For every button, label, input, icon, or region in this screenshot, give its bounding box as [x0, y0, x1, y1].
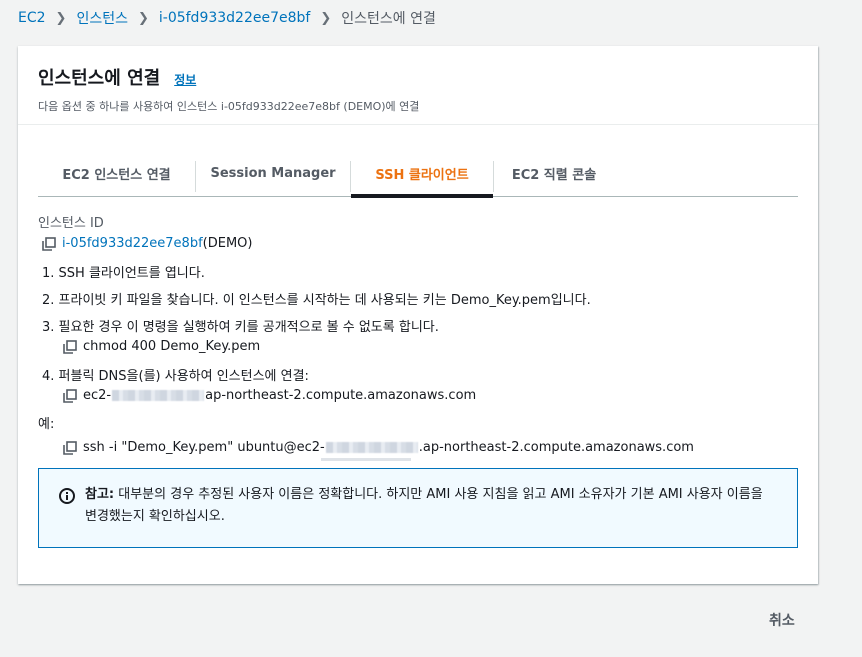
info-alert: 참고: 대부분의 경우 추정된 사용자 이름은 정확합니다. 하지만 AMI 사… [38, 468, 798, 548]
breadcrumb-current: 인스턴스에 연결 [341, 11, 436, 27]
chmod-command-row: chmod 400 Demo_Key.pem [63, 339, 260, 354]
alert-text: 참고: 대부분의 경우 추정된 사용자 이름은 정확합니다. 하지만 AMI 사… [85, 484, 777, 547]
instance-name: (DEMO) [202, 236, 253, 251]
ssh-command-prefix: ssh -i "Demo_Key.pem" ubuntu@ec2- [83, 440, 325, 455]
tab-session-manager[interactable]: Session Manager [196, 151, 350, 196]
tab-ec2-instance-connect[interactable]: EC2 인스턴스 연결 [38, 151, 195, 196]
panel-description: 다음 옵션 중 하나를 사용하여 인스턴스 i-05fd933d22ee7e8b… [38, 100, 420, 113]
redacted-ip [112, 390, 205, 401]
instance-id-label: 인스턴스 ID [38, 216, 104, 231]
info-link[interactable]: 정보 [174, 71, 196, 88]
selection-underline [321, 458, 411, 461]
ssh-command-suffix: .ap-northeast-2.compute.amazonaws.com [418, 440, 694, 455]
step-1: 1. SSH 클라이언트를 엽니다. [42, 266, 205, 281]
copy-icon[interactable] [63, 388, 77, 403]
instance-id-row: i-05fd933d22ee7e8bf (DEMO) [42, 236, 252, 251]
cancel-button[interactable]: 취소 [769, 610, 795, 630]
chmod-command: chmod 400 Demo_Key.pem [83, 339, 261, 354]
ssh-example-row: ssh -i "Demo_Key.pem" ubuntu@ec2- .ap-no… [63, 440, 694, 455]
public-dns-prefix: ec2- [83, 388, 112, 403]
copy-icon[interactable] [63, 339, 77, 354]
chevron-right-icon: ❯ [55, 10, 67, 26]
tab-ec2-serial-console[interactable]: EC2 직렬 콘솔 [494, 151, 614, 196]
panel-header: 인스턴스에 연결 정보 다음 옵션 중 하나를 사용하여 인스턴스 i-05fd… [18, 46, 818, 125]
chevron-right-icon: ❯ [137, 10, 149, 26]
copy-icon[interactable] [63, 440, 77, 455]
redacted-ip [325, 442, 418, 453]
chevron-right-icon: ❯ [320, 10, 332, 26]
breadcrumb: EC2 ❯ 인스턴스 ❯ i-05fd933d22ee7e8bf ❯ 인스턴스에… [18, 8, 436, 28]
breadcrumb-instances[interactable]: 인스턴스 [76, 8, 128, 28]
copy-icon[interactable] [42, 236, 56, 251]
example-label: 예: [38, 417, 55, 432]
step-2: 2. 프라이빗 키 파일을 찾습니다. 이 인스턴스를 시작하는 데 사용되는 … [42, 293, 591, 308]
tab-bar: EC2 인스턴스 연결 Session Manager SSH 클라이언트 EC… [38, 151, 798, 198]
instance-id-link[interactable]: i-05fd933d22ee7e8bf [62, 236, 203, 251]
public-dns-row: ec2- ap-northeast-2.compute.amazonaws.co… [63, 388, 476, 403]
tab-ssh-client[interactable]: SSH 클라이언트 [351, 151, 493, 198]
alert-title: 참고: [85, 487, 115, 502]
breadcrumb-instance-id[interactable]: i-05fd933d22ee7e8bf [159, 10, 310, 26]
step-4: 4. 퍼블릭 DNS을(를) 사용하여 인스턴스에 연결: [42, 369, 309, 384]
alert-body: 대부분의 경우 추정된 사용자 이름은 정확합니다. 하지만 AMI 사용 지침… [85, 487, 763, 524]
info-icon [59, 488, 75, 504]
step-3: 3. 필요한 경우 이 명령을 실행하여 키를 공개적으로 볼 수 없도록 합니… [42, 320, 439, 335]
breadcrumb-ec2[interactable]: EC2 [18, 10, 46, 26]
page-title: 인스턴스에 연결 [38, 68, 161, 89]
public-dns-suffix: ap-northeast-2.compute.amazonaws.com [205, 388, 477, 403]
connect-panel: 인스턴스에 연결 정보 다음 옵션 중 하나를 사용하여 인스턴스 i-05fd… [18, 46, 818, 584]
